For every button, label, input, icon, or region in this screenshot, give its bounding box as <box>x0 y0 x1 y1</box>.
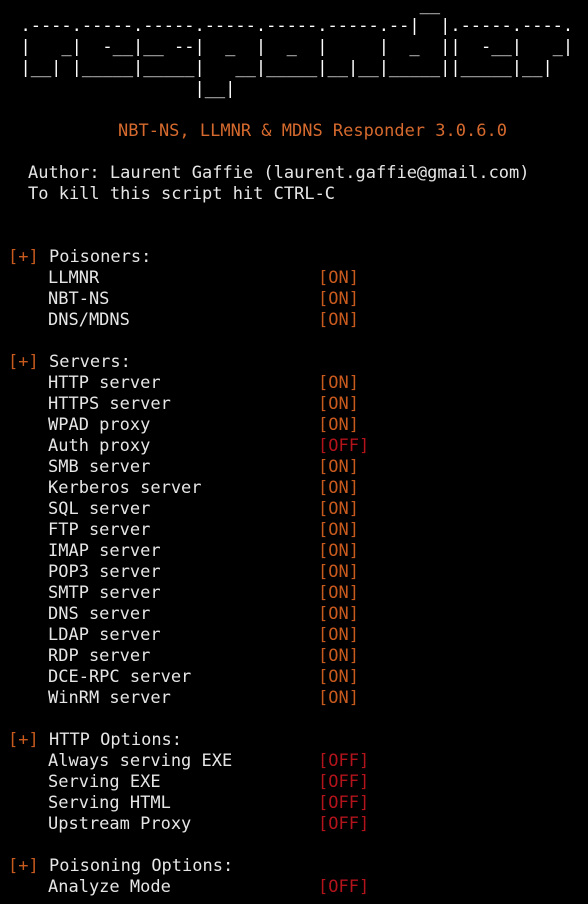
option-row: DCE-RPC server [ON] <box>0 667 588 688</box>
option-status: [ON] <box>318 541 359 561</box>
option-status: [OFF] <box>318 793 370 813</box>
option-name: DNS/MDNS <box>48 310 130 330</box>
option-row: DNS server [ON] <box>0 604 588 625</box>
option-row: Kerberos server [ON] <box>0 478 588 499</box>
option-name: SQL server <box>48 499 151 519</box>
kill-hint: To kill this script hit CTRL-C <box>28 184 336 204</box>
banner-line: | _| -__|__ --| _ | _ | | _ || -__| _| <box>0 37 574 57</box>
section-header: [+] Servers: <box>0 352 588 373</box>
option-row: WinRM server [ON] <box>0 688 588 709</box>
option-name: WinRM server <box>48 688 171 708</box>
option-row: HTTPS server [ON] <box>0 394 588 415</box>
section-header: [+] Poisoning Options: <box>0 856 588 877</box>
option-row: Analyze Mode [OFF] <box>0 877 588 898</box>
option-status: [ON] <box>318 520 359 540</box>
option-row: FTP server [ON] <box>0 520 588 541</box>
option-name: LDAP server <box>48 625 161 645</box>
option-status: [ON] <box>318 268 359 288</box>
option-row: SMTP server [ON] <box>0 583 588 604</box>
option-status: [ON] <box>318 478 359 498</box>
option-status: [ON] <box>318 583 359 603</box>
option-name: RDP server <box>48 646 151 666</box>
option-row: SMB server [ON] <box>0 457 588 478</box>
section-title: Servers: <box>48 352 131 372</box>
option-name: LLMNR <box>48 268 100 288</box>
section-title: Poisoning Options: <box>48 856 234 876</box>
option-name: Kerberos server <box>48 478 202 498</box>
author-line: Author: Laurent Gaffie (laurent.gaffie@g… <box>28 163 530 183</box>
option-name: Always serving EXE <box>48 751 233 771</box>
option-row: Always serving EXE [OFF] <box>0 751 588 772</box>
option-name: DNS server <box>48 604 151 624</box>
option-status: [ON] <box>318 646 359 666</box>
option-status: [ON] <box>318 457 359 477</box>
banner-line: |__| |_____|_____| __|_____|__|__|_____|… <box>0 58 553 78</box>
option-status: [ON] <box>318 373 359 393</box>
option-row: HTTP server [ON] <box>0 373 588 394</box>
config-sections: [+] Poisoners: LLMNR [ON] NBT-NS [ON] DNS/MDN… <box>0 247 588 898</box>
option-name: Serving HTML <box>48 793 171 813</box>
option-name: Analyze Mode <box>48 877 171 897</box>
option-row: WPAD proxy [ON] <box>0 415 588 436</box>
option-name: WPAD proxy <box>48 415 151 435</box>
banner-line: __ <box>0 0 441 15</box>
option-status: [ON] <box>318 667 359 687</box>
section-header: [+] HTTP Options: <box>0 730 588 751</box>
option-name: SMB server <box>48 457 151 477</box>
option-row: SQL server [ON] <box>0 499 588 520</box>
option-status: [ON] <box>318 499 359 519</box>
option-row: RDP server [ON] <box>0 646 588 667</box>
option-status: [ON] <box>318 394 359 414</box>
option-status: [OFF] <box>318 814 370 834</box>
banner-line: .----.-----.-----.-----.-----.-----.--| … <box>0 16 574 36</box>
option-status: [OFF] <box>318 751 370 771</box>
option-status: [ON] <box>318 604 359 624</box>
option-name: DCE-RPC server <box>48 667 192 687</box>
section-marker: [+] <box>8 856 39 876</box>
option-status: [ON] <box>318 625 359 645</box>
option-row: Serving EXE [OFF] <box>0 772 588 793</box>
option-name: Serving EXE <box>48 772 161 792</box>
option-row: NBT-NS [ON] <box>0 289 588 310</box>
option-name: HTTP server <box>48 373 161 393</box>
section-marker: [+] <box>8 352 39 372</box>
option-status: [OFF] <box>318 877 370 897</box>
option-row: LLMNR [ON] <box>0 268 588 289</box>
option-name: Auth proxy <box>48 436 151 456</box>
option-row: IMAP server [ON] <box>0 541 588 562</box>
option-row: Upstream Proxy [OFF] <box>0 814 588 835</box>
option-name: POP3 server <box>48 562 161 582</box>
section-marker: [+] <box>8 247 39 267</box>
option-row: Serving HTML [OFF] <box>0 793 588 814</box>
section-marker: [+] <box>8 730 39 750</box>
option-status: [ON] <box>318 310 359 330</box>
banner-line: |__| <box>0 79 236 99</box>
option-name: IMAP server <box>48 541 161 561</box>
option-row: POP3 server [ON] <box>0 562 588 583</box>
option-status: [ON] <box>318 415 359 435</box>
section-title: Poisoners: <box>48 247 152 267</box>
option-name: FTP server <box>48 520 151 540</box>
option-row: Auth proxy [OFF] <box>0 436 588 457</box>
section-title: HTTP Options: <box>48 730 183 750</box>
option-row: LDAP server [ON] <box>0 625 588 646</box>
section-header: [+] Poisoners: <box>0 247 588 268</box>
option-row: DNS/MDNS [ON] <box>0 310 588 331</box>
ascii-banner: __ .----.-----.-----.-----.-----.-----.-… <box>0 0 588 100</box>
option-status: [OFF] <box>318 772 370 792</box>
option-status: [ON] <box>318 289 359 309</box>
option-status: [ON] <box>318 688 359 708</box>
option-status: [OFF] <box>318 436 370 456</box>
app-title: NBT-NS, LLMNR & MDNS Responder 3.0.6.0 <box>118 121 507 141</box>
option-status: [ON] <box>318 562 359 582</box>
terminal-window: __ .----.-----.-----.-----.-----.-----.-… <box>0 0 588 898</box>
option-name: HTTPS server <box>48 394 171 414</box>
option-name: Upstream Proxy <box>48 814 192 834</box>
option-name: NBT-NS <box>48 289 110 309</box>
option-name: SMTP server <box>48 583 161 603</box>
